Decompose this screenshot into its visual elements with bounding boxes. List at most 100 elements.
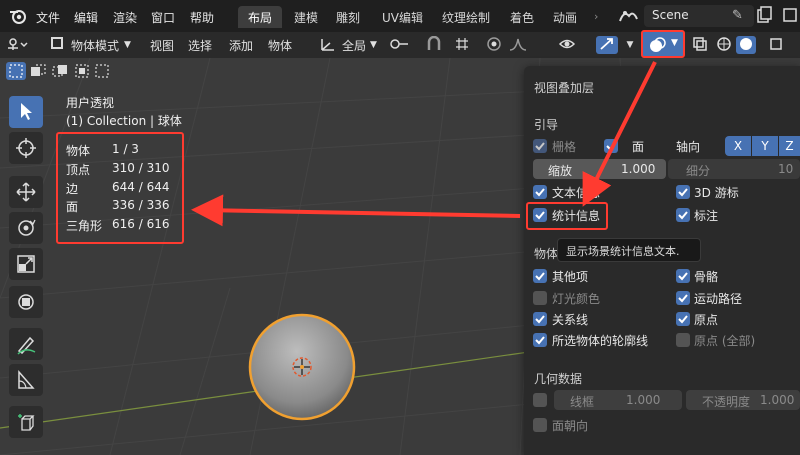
face-orientation-checkbox[interactable] [533,418,547,432]
new-scene-icon[interactable] [756,6,772,27]
menu-file[interactable]: 文件 [36,9,60,26]
menu-select[interactable]: 选择 [188,37,212,54]
gizmo-toggle-icon[interactable] [596,36,618,54]
tab-animation[interactable]: 动画 [543,6,587,28]
rotate-tool[interactable] [9,212,43,244]
origins-all-checkbox[interactable] [676,333,690,347]
select-new-icon[interactable] [6,62,26,80]
overlays-button[interactable]: ▼ [641,30,685,58]
check-icon [535,315,545,324]
check-icon [535,188,545,197]
stat-value-vertices: 310 / 310 [112,161,170,175]
select-invert-icon[interactable] [72,62,92,80]
cursor-tool[interactable] [9,132,43,164]
transform-orientation-icon[interactable] [318,36,338,54]
floor-checkbox[interactable] [604,139,618,153]
annotate-tool[interactable] [9,328,43,360]
xray-icon[interactable] [690,36,710,54]
move-tool[interactable] [9,176,43,208]
wireframe-field[interactable]: 线框 1.000 [554,390,682,410]
3d-cursor-checkbox[interactable] [676,185,690,199]
check-icon [535,272,545,281]
tab-sculpting[interactable]: 雕刻 [326,6,370,28]
visibility-icon[interactable] [558,36,578,54]
tab-modeling[interactable]: 建模 [284,6,328,28]
menu-add[interactable]: 添加 [229,37,253,54]
bones-checkbox[interactable] [676,269,690,283]
orientation-dropdown[interactable]: 全局 [342,37,366,54]
pencil-icon [17,336,36,355]
wireframe-shading-icon[interactable] [714,36,734,54]
light-colors-label: 灯光颜色 [552,292,601,306]
scale-icon [17,255,35,273]
outline-selected-checkbox[interactable] [533,333,547,347]
extras-label: 其他项 [552,270,589,284]
stat-label-faces: 面 [66,200,79,214]
tab-layout[interactable]: 布局 [238,6,283,28]
tab-shading[interactable]: 着色 [500,6,544,28]
relationship-lines-label: 关系线 [552,313,589,327]
solid-shading-icon[interactable] [736,36,756,54]
extras-checkbox[interactable] [533,269,547,283]
cursor-arrow-icon [21,103,32,120]
menu-edit[interactable]: 编辑 [74,9,98,26]
blender-logo-icon[interactable] [8,6,28,29]
text-info-checkbox[interactable] [533,185,547,199]
pin-icon[interactable]: ✎ [732,8,743,23]
material-shading-icon[interactable] [766,36,786,54]
snap-grid-icon[interactable] [452,36,472,54]
scene-selector-icon[interactable] [617,7,641,28]
select-subtract-icon[interactable] [50,62,70,80]
stat-value-faces: 336 / 336 [112,198,170,212]
motion-paths-checkbox[interactable] [676,291,690,305]
grid-scale-value: 1.000 [621,162,656,176]
tab-uv-editing[interactable]: UV编辑 [372,6,433,28]
menu-render[interactable]: 渲染 [113,9,137,26]
grid-subdivisions-field[interactable]: 细分 10 [668,159,800,179]
proportional-editing-icon[interactable] [484,36,504,54]
falloff-icon[interactable] [508,36,528,54]
gizmo-dropdown-icon[interactable]: ▼ [620,36,640,54]
menu-help[interactable]: 帮助 [190,9,214,26]
transform-tool[interactable] [9,286,43,318]
grid-scale-field[interactable]: 缩放 1.000 [533,159,666,179]
select-extend-icon[interactable] [28,62,48,80]
editor-type-icon[interactable] [6,36,28,54]
origins-checkbox[interactable] [676,312,690,326]
relationship-lines-checkbox[interactable] [533,312,547,326]
axis-x-toggle[interactable]: X [725,136,751,156]
annotations-checkbox[interactable] [676,208,690,222]
tab-overflow-icon[interactable]: › [594,10,598,23]
axis-z-toggle[interactable]: Z [779,136,800,156]
chevron-down-icon[interactable]: ▼ [370,40,377,50]
menu-object[interactable]: 物体 [268,37,292,54]
select-intersect-icon[interactable] [92,62,112,80]
chevron-down-icon[interactable]: ▼ [124,40,131,50]
scale-tool[interactable] [9,248,43,280]
menu-window[interactable]: 窗口 [151,9,175,26]
axis-y-toggle[interactable]: Y [752,136,778,156]
opacity-field[interactable]: 不透明度 1.000 [686,390,800,410]
grid-checkbox[interactable] [533,139,547,153]
check-icon [678,294,688,303]
scene-name: Scene [652,8,689,22]
light-colors-checkbox[interactable] [533,291,547,305]
check-icon [678,315,688,324]
object-mode-icon[interactable] [47,36,67,54]
guides-section-title: 引导 [534,118,559,132]
overlays-title: 视图叠加层 [534,81,595,95]
pivot-point-icon[interactable] [388,36,408,54]
view-layer-icon[interactable] [782,6,798,27]
face-orientation-label: 面朝向 [552,419,589,433]
wireframe-checkbox[interactable] [533,393,547,407]
menu-view[interactable]: 视图 [150,37,174,54]
check-icon [535,142,545,151]
object-mode-dropdown[interactable]: 物体模式 [71,37,119,54]
snapping-icon[interactable] [424,35,444,54]
add-cube-tool[interactable] [9,406,43,438]
tab-texture-paint[interactable]: 纹理绘制 [432,6,500,28]
select-box-tool[interactable] [9,96,43,128]
chevron-down-icon: ▼ [671,38,678,48]
measure-tool[interactable] [9,364,43,396]
check-icon [678,188,688,197]
